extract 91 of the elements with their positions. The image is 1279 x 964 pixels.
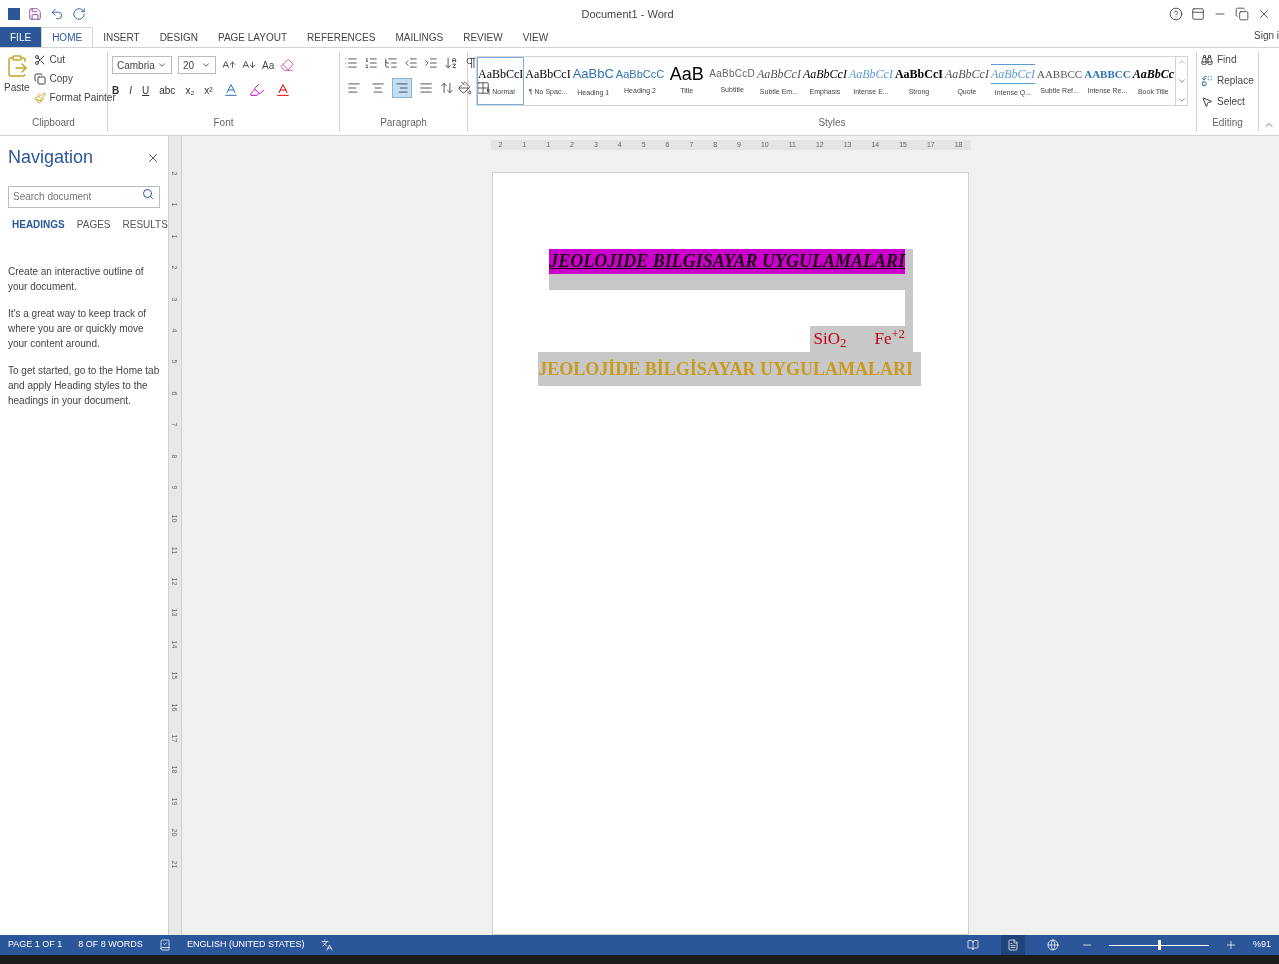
scroll-down-icon[interactable] <box>1176 76 1187 86</box>
align-button[interactable] <box>392 78 412 98</box>
formula-text: SiO$_{2}$ <box>813 328 847 352</box>
format-button[interactable]: U <box>142 82 150 98</box>
select-button[interactable]: Select <box>1201 94 1254 109</box>
pilcrow-icon[interactable] <box>464 56 478 70</box>
decrease-indent-icon[interactable] <box>404 56 418 70</box>
ribbon-display-icon[interactable] <box>1191 7 1205 21</box>
ribbon-tab[interactable]: INSERT <box>93 27 150 47</box>
close-icon[interactable] <box>1257 7 1271 21</box>
change-case-button[interactable]: Aa <box>262 57 275 73</box>
format-button[interactable]: I <box>129 82 132 98</box>
alignment-icon <box>371 81 385 95</box>
group-label: Editing <box>1211 116 1244 130</box>
pane-tab[interactable]: RESULTS <box>118 217 172 232</box>
document-heading: JEOLOJIDE BILGISAYAR UYGULAMALARI <box>549 251 905 271</box>
word-count[interactable]: 8 OF 8 WORDS <box>78 938 143 952</box>
alignment-icon <box>347 81 361 95</box>
format-button[interactable]: x₂ <box>185 82 195 98</box>
line-spacing-icon[interactable] <box>440 81 454 95</box>
document-heading: JEOLOJİDE BİLGİSAYAR UYGULAMALARI <box>538 352 921 386</box>
view-icon <box>1007 939 1019 951</box>
increase-indent-icon[interactable] <box>424 56 438 70</box>
paintbrush-icon <box>33 91 46 104</box>
restore-icon[interactable] <box>1235 7 1249 21</box>
ribbon-tab[interactable]: MAILINGS <box>385 27 454 47</box>
group-label: Clipboard <box>31 116 76 130</box>
pane-tab[interactable]: PAGES <box>72 217 115 232</box>
highlighter-icon[interactable] <box>248 82 265 98</box>
ribbon-tab[interactable]: REFERENCES <box>297 27 386 47</box>
sign-in-link[interactable]: Sign i <box>1254 28 1279 47</box>
font-color-icon[interactable] <box>274 82 291 98</box>
help-text: Create an interactive outline of your document. <box>8 265 145 294</box>
copy-icon <box>33 72 46 85</box>
language-label[interactable]: ENGLISH (UNITED STATES) <box>186 938 305 952</box>
copy-button[interactable]: Copy <box>33 71 116 86</box>
font-name-field[interactable]: Cambria <box>112 56 172 74</box>
redo-icon[interactable] <box>72 7 86 21</box>
dropdown-icon <box>201 60 211 70</box>
format-button[interactable]: abc <box>159 82 176 98</box>
view-icon <box>1047 939 1059 951</box>
text-effects-icon[interactable] <box>222 82 239 98</box>
ribbon-tab[interactable]: FILE <box>0 27 42 47</box>
alignment-icon <box>395 81 409 95</box>
app-logo-icon <box>8 8 20 20</box>
zoom-slider[interactable] <box>1109 940 1209 950</box>
window-title: Document1 - Word <box>580 6 675 22</box>
proofing-icon[interactable] <box>158 939 171 951</box>
search-icon[interactable] <box>142 188 154 200</box>
alignment-icon <box>419 81 433 95</box>
zoom-in-icon[interactable] <box>1225 939 1237 951</box>
bullets-icon[interactable] <box>344 56 358 70</box>
find-button[interactable]: Find <box>1201 52 1254 67</box>
format-button[interactable]: x² <box>204 82 213 98</box>
binoculars-icon <box>1201 53 1213 66</box>
group-label: Paragraph <box>379 116 428 130</box>
save-icon[interactable] <box>28 7 42 21</box>
borders-icon[interactable] <box>476 81 490 95</box>
pane-title: Navigation <box>8 146 94 169</box>
ribbon-tab[interactable]: VIEW <box>512 27 559 47</box>
search-field[interactable]: Search document <box>8 185 160 208</box>
paste-button[interactable]: Paste <box>4 52 30 115</box>
undo-icon[interactable] <box>50 7 64 21</box>
view-button[interactable] <box>1001 935 1025 955</box>
replace-icon <box>1201 74 1213 87</box>
ribbon-tab[interactable]: REVIEW <box>453 27 513 47</box>
page-count[interactable]: PAGE 1 OF 1 <box>8 938 63 952</box>
help-icon[interactable] <box>1169 7 1183 21</box>
sort-icon[interactable] <box>444 56 458 70</box>
numbering-icon[interactable] <box>364 56 378 70</box>
group-label: Font <box>212 116 235 130</box>
shading-icon[interactable] <box>458 81 472 95</box>
zoom-thumb[interactable] <box>1158 940 1161 950</box>
group-label: Styles <box>817 116 847 130</box>
clear-formatting-icon[interactable] <box>280 58 295 72</box>
font-size-field[interactable]: 20 <box>178 56 216 74</box>
ribbon-tab[interactable]: HOME <box>41 27 94 47</box>
ribbon-tab[interactable]: DESIGN <box>149 27 208 47</box>
help-text: It's a great way to keep track of where you are or quickly move your content around. <box>8 307 148 351</box>
ribbon-tab[interactable]: PAGE LAYOUT <box>207 27 298 47</box>
scissors-icon <box>33 53 46 66</box>
multilevel-list-icon[interactable] <box>384 56 398 70</box>
replace-button[interactable]: Replace <box>1201 73 1254 88</box>
help-text: To get started, go to the Home tab and apply Heading styles to the headings in your document. <box>8 364 160 408</box>
pointer-icon <box>1201 95 1213 108</box>
dropdown-icon <box>157 60 167 70</box>
zoom-percent[interactable]: %91 <box>1253 938 1271 952</box>
more-styles-icon[interactable] <box>1176 95 1187 105</box>
formula-text: Fe$^{+2}$ <box>874 326 905 350</box>
view-icon <box>967 939 979 951</box>
pane-tab[interactable]: HEADINGS <box>8 217 69 232</box>
